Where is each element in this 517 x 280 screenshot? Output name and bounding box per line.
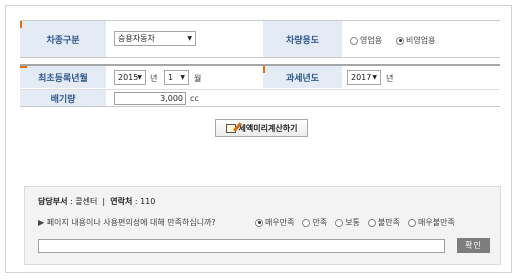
label-tick-icon xyxy=(20,21,22,28)
submit-button[interactable]: 확인 xyxy=(457,238,490,253)
chevron-down-icon: ▼ xyxy=(137,74,142,81)
phone-value: 110 xyxy=(140,197,156,206)
car-use-noncommercial-radio[interactable]: 비영업용 xyxy=(396,35,435,46)
neutral-radio[interactable]: 보통 xyxy=(335,217,360,228)
car-type-label-cell: 차종구분 xyxy=(20,21,106,57)
chevron-down-icon: ▼ xyxy=(187,35,192,42)
option-label: 매우만족 xyxy=(265,218,295,227)
car-use-commercial-label: 영업용 xyxy=(360,36,383,45)
option-label: 매우불만족 xyxy=(418,218,455,227)
contact-info: 담당부서 : 콜센터 | 연락처 : 110 xyxy=(38,197,156,206)
satisfied-radio[interactable]: 만족 xyxy=(302,217,327,228)
first-reg-month-value: 1 xyxy=(168,73,174,82)
car-use-commercial-radio[interactable]: 영업용 xyxy=(350,35,382,46)
first-reg-year-value: 2015 xyxy=(118,73,139,82)
radio-selected-icon xyxy=(255,218,263,227)
radio-circle-icon xyxy=(408,218,417,227)
car-use-label: 차량용도 xyxy=(285,35,320,46)
car-type-select[interactable]: 승용자동차 ▼ xyxy=(114,31,196,46)
car-type-label: 차종구분 xyxy=(46,35,80,46)
radio-selected-icon xyxy=(396,36,404,45)
label-tick-icon xyxy=(263,66,265,73)
form-row-registration: 최초등록년월 2015 ▼ 년 1 ▼ 월 과세년도 2017 ▼ 년 xyxy=(20,64,500,88)
survey-question: ▶ 페이지 내용이나 사용편의성에 대해 만족하십니까? xyxy=(38,218,216,227)
chevron-down-icon: ▼ xyxy=(372,74,377,81)
displacement-label: 배기량 xyxy=(50,94,76,105)
tax-year-value: 2017 xyxy=(351,73,372,82)
car-use-label-cell: 차량용도 xyxy=(263,21,342,57)
calculator-panel: 차종구분 승용자동차 ▼ 차량용도 영업용 비영업용 최초등록년월 2015 ▼… xyxy=(5,5,512,273)
radio-circle-icon xyxy=(350,36,358,45)
form-row-car: 차종구분 승용자동차 ▼ 차량용도 영업용 비영업용 xyxy=(20,20,500,58)
displacement-unit: cc xyxy=(190,94,199,103)
form-row-displacement: 배기량 3,000 cc xyxy=(20,89,500,107)
very-dissatisfied-radio[interactable]: 매우불만족 xyxy=(408,217,455,228)
calculate-tax-button[interactable]: 세액미리계산하기 xyxy=(215,119,308,137)
edit-icon xyxy=(225,123,236,133)
chevron-down-icon: ▼ xyxy=(180,74,185,81)
tax-year-select[interactable]: 2017 ▼ xyxy=(347,70,381,85)
radio-circle-icon xyxy=(367,218,376,227)
tax-year-label-cell: 과세년도 xyxy=(263,66,342,88)
tax-year-label: 과세년도 xyxy=(285,73,320,84)
satisfaction-survey: 담당부서 : 콜센터 | 연락처 : 110 ▶ 페이지 내용이나 사용편의성에… xyxy=(24,186,501,265)
first-reg-label-cell: 최초등록년월 xyxy=(20,66,106,88)
dept-value: 콜센터 xyxy=(75,197,98,206)
comment-input[interactable] xyxy=(38,239,445,253)
option-label: 만족 xyxy=(312,218,328,227)
first-reg-year-select[interactable]: 2015 ▼ xyxy=(114,70,146,85)
survey-options: 매우만족 만족 보통 불만족 매우불만족 xyxy=(255,217,455,228)
radio-circle-icon xyxy=(302,218,311,227)
option-label: 불만족 xyxy=(377,218,401,227)
month-unit: 월 xyxy=(194,74,202,83)
car-use-noncommercial-label: 비영업용 xyxy=(406,36,436,45)
first-reg-label: 최초등록년월 xyxy=(38,73,88,84)
phone-label: 연락처 xyxy=(110,197,133,206)
first-reg-month-select[interactable]: 1 ▼ xyxy=(164,70,189,85)
displacement-input[interactable]: 3,000 xyxy=(114,92,186,105)
car-type-value: 승용자동차 xyxy=(118,34,155,43)
displacement-label-cell: 배기량 xyxy=(20,90,106,106)
calculate-tax-label: 세액미리계산하기 xyxy=(238,123,298,133)
tax-year-unit: 년 xyxy=(386,74,394,83)
year-unit: 년 xyxy=(150,74,158,83)
radio-circle-icon xyxy=(335,218,344,227)
very-satisfied-radio[interactable]: 매우만족 xyxy=(255,217,294,228)
contact-separator: | xyxy=(102,197,106,206)
option-label: 보통 xyxy=(345,218,360,227)
label-tick-icon xyxy=(20,66,27,68)
dissatisfied-radio[interactable]: 불만족 xyxy=(367,217,401,228)
dept-label: 담당부서 xyxy=(38,197,68,206)
